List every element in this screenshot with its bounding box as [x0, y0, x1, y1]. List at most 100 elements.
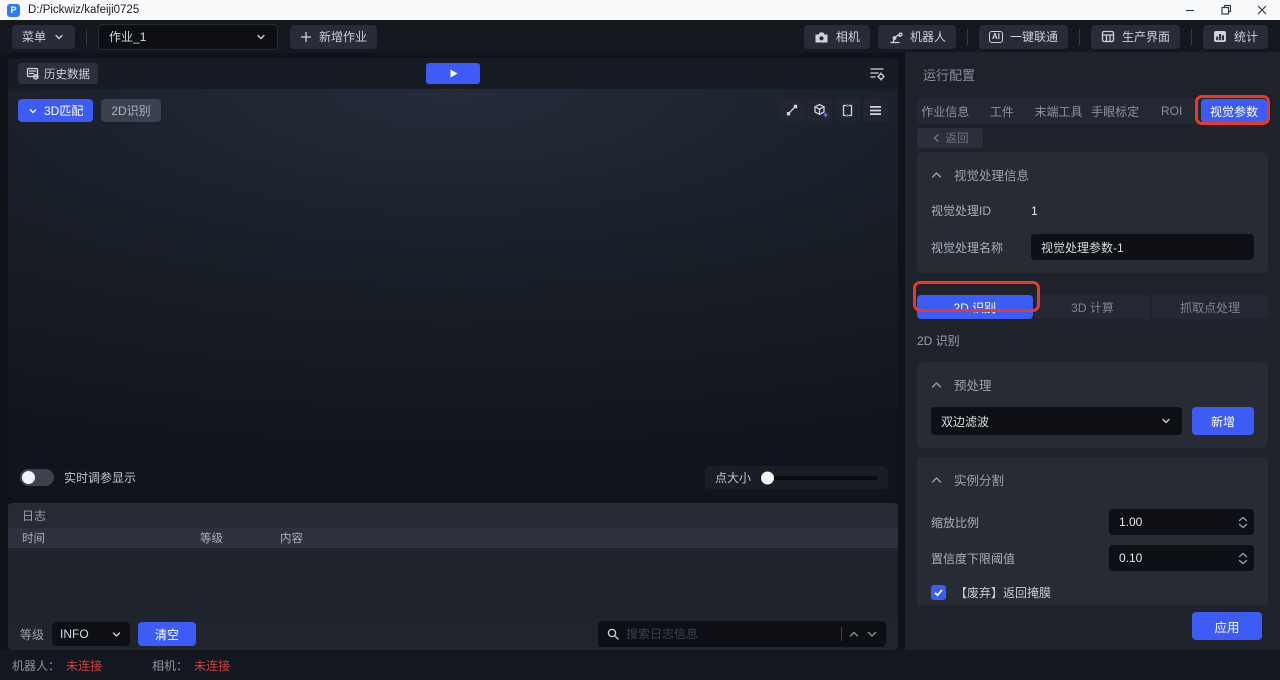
window-title: D:/Pickwiz/kafeiji0725 — [28, 4, 139, 16]
toolbar-divider — [1191, 29, 1192, 45]
confidence-stepper[interactable]: 0.10 — [1109, 545, 1254, 571]
ai-icon: AI — [989, 31, 1003, 43]
search-divider — [841, 627, 842, 641]
filter-gear-icon — [869, 66, 886, 81]
vision-id-value: 1 — [1031, 204, 1038, 218]
view-menu-button[interactable] — [863, 98, 888, 122]
apply-button[interactable]: 应用 — [1192, 612, 1262, 640]
preprocess-header[interactable]: 预处理 — [931, 375, 1254, 394]
measure-icon — [785, 103, 799, 117]
back-button[interactable]: 返回 — [917, 128, 983, 148]
collapse-icon — [931, 381, 942, 389]
tab-grasp-point[interactable]: 抓取点处理 — [1152, 295, 1268, 319]
vision-info-card: 视觉处理信息 视觉处理ID 1 视觉处理名称 — [917, 152, 1268, 273]
tab-3d-compute[interactable]: 3D 计算 — [1035, 295, 1151, 319]
measure-tool-button[interactable] — [779, 98, 804, 122]
point-cloud-canvas[interactable]: 3D匹配 2D识别 — [8, 89, 898, 495]
tab-hand-eye-calibration[interactable]: 手眼标定 — [1087, 103, 1144, 120]
camera-status-value: 未连接 — [194, 657, 230, 674]
close-button[interactable] — [1244, 0, 1280, 20]
robot-button[interactable]: 机器人 — [878, 25, 956, 49]
stepper-arrows[interactable] — [1238, 552, 1248, 565]
log-col-level: 等级 — [200, 530, 280, 546]
mode-2d-recognition-button[interactable]: 2D识别 — [101, 99, 160, 122]
mode-3d-match-button[interactable]: 3D匹配 — [18, 99, 93, 122]
top-toolbar: 菜单 作业_1 新增作业 相机 机器人 AI 一键联通 — [0, 20, 1280, 53]
canvas-tools — [779, 98, 888, 122]
minimize-icon — [1184, 4, 1196, 16]
return-mask-label: 【废弃】返回掩膜 — [955, 584, 1051, 601]
search-next-icon[interactable] — [866, 629, 878, 639]
production-grid-icon — [1101, 30, 1115, 43]
job-select[interactable]: 作业_1 — [98, 24, 278, 50]
tab-workpiece[interactable]: 工件 — [974, 103, 1031, 120]
mode-2d-label: 2D识别 — [111, 102, 150, 119]
tab-vision-params[interactable]: 视觉参数 — [1201, 99, 1267, 123]
log-col-time: 时间 — [8, 530, 200, 546]
log-level-select[interactable]: INFO — [52, 622, 130, 646]
vision-name-input[interactable] — [1031, 234, 1254, 260]
chevron-down-icon — [1160, 415, 1172, 427]
display-settings-button[interactable] — [866, 65, 888, 83]
fit-view-tool-button[interactable] — [835, 98, 860, 122]
realtime-toggle-label: 实时调参显示 — [64, 469, 136, 486]
add-job-button[interactable]: 新增作业 — [290, 25, 377, 49]
return-mask-checkbox[interactable] — [931, 585, 946, 600]
maximize-button[interactable] — [1208, 0, 1244, 20]
robot-icon — [888, 30, 903, 44]
point-size-slider[interactable] — [760, 476, 878, 480]
instance-seg-header[interactable]: 实例分割 — [931, 470, 1254, 489]
log-level-label: 等级 — [20, 626, 44, 643]
add-filter-button[interactable]: 新增 — [1192, 407, 1254, 435]
vision-info-title: 视觉处理信息 — [954, 165, 1029, 184]
point-size-label: 点大小 — [715, 469, 751, 486]
viewer-header: 历史数据 — [8, 58, 898, 89]
history-data-button[interactable]: 历史数据 — [18, 63, 98, 84]
camera-status-label: 相机： — [152, 657, 188, 674]
production-ui-button[interactable]: 生产界面 — [1091, 25, 1180, 49]
vision-info-header[interactable]: 视觉处理信息 — [931, 165, 1254, 184]
clear-log-button[interactable]: 清空 — [138, 622, 196, 646]
tab-2d-recognition[interactable]: 2D 识别 — [917, 295, 1033, 319]
caret-up-icon — [1238, 552, 1248, 558]
section-caption: 2D 识别 — [917, 332, 1268, 349]
restore-icon — [1220, 4, 1232, 16]
log-col-content: 内容 — [280, 530, 898, 546]
viewer-area: 历史数据 3D匹配 2D识别 — [8, 58, 898, 495]
run-button[interactable] — [426, 63, 480, 84]
add-job-label: 新增作业 — [319, 28, 367, 45]
stats-icon — [1213, 30, 1227, 43]
slider-handle[interactable] — [761, 471, 774, 484]
log-search-input[interactable] — [626, 627, 835, 641]
scale-label: 缩放比例 — [931, 514, 1031, 531]
camera-label: 相机 — [836, 28, 860, 45]
tab-end-tool[interactable]: 末端工具 — [1030, 103, 1087, 120]
point-size-control: 点大小 — [705, 466, 888, 489]
vision-name-label: 视觉处理名称 — [931, 239, 1031, 256]
play-icon — [448, 68, 459, 79]
ai-link-label: 一键联通 — [1010, 28, 1058, 45]
search-prev-icon[interactable] — [848, 629, 860, 639]
minimize-button[interactable] — [1172, 0, 1208, 20]
plus-icon — [300, 31, 312, 43]
config-scroll-area[interactable]: 视觉处理信息 视觉处理ID 1 视觉处理名称 2D 识别 3D 计算 抓取点处理… — [917, 152, 1268, 605]
scale-stepper[interactable]: 1.00 — [1109, 509, 1254, 535]
log-controls: 等级 INFO 清空 — [8, 618, 898, 650]
add-pointcloud-tool-button[interactable] — [807, 98, 832, 122]
realtime-param-toggle[interactable] — [20, 469, 54, 486]
menu-button[interactable]: 菜单 — [12, 25, 75, 49]
stats-label: 统计 — [1234, 28, 1258, 45]
filter-type-select[interactable]: 双边滤波 — [931, 407, 1182, 435]
camera-button[interactable]: 相机 — [804, 25, 870, 49]
collapse-icon — [931, 476, 942, 484]
history-data-label: 历史数据 — [44, 66, 90, 82]
stepper-arrows[interactable] — [1238, 516, 1248, 529]
tab-roi[interactable]: ROI — [1143, 104, 1200, 118]
tab-job-info[interactable]: 作业信息 — [917, 103, 974, 120]
confidence-row: 置信度下限阈值 0.10 — [931, 545, 1254, 571]
ai-link-button[interactable]: AI 一键联通 — [979, 25, 1068, 49]
chevron-down-icon — [111, 629, 122, 640]
camera-icon — [814, 30, 829, 44]
fit-box-icon — [840, 103, 855, 118]
stats-button[interactable]: 统计 — [1203, 25, 1268, 49]
